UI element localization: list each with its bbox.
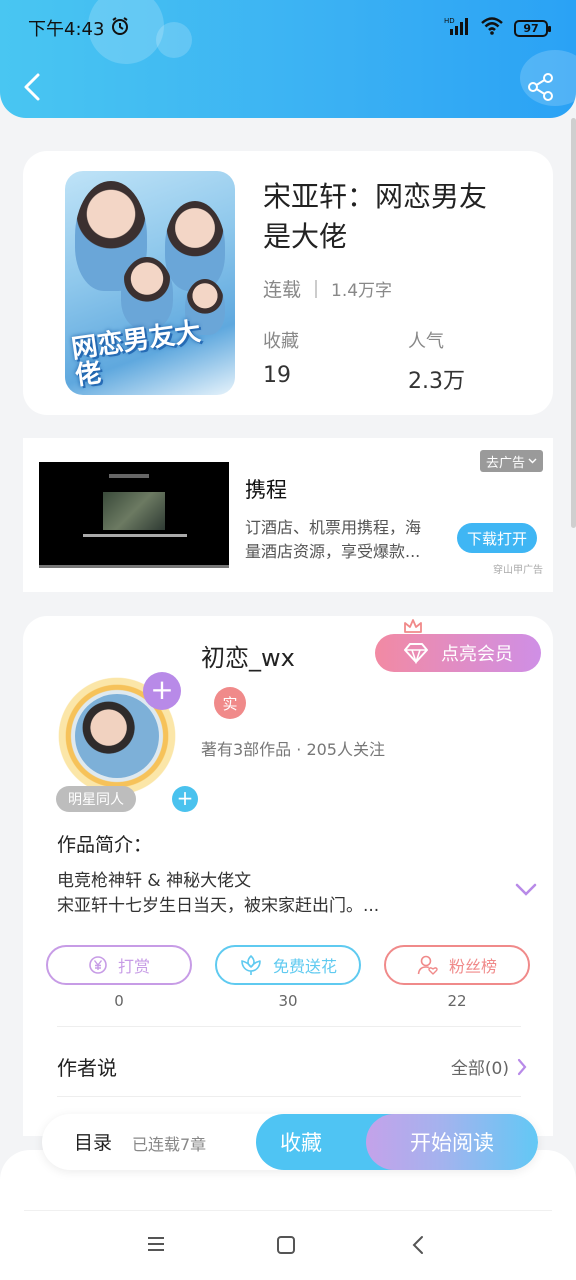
start-reading-button[interactable]: 开始阅读 [366,1114,538,1170]
ad-video-progress [39,565,229,568]
expand-intro-button[interactable] [515,882,537,896]
avatar [75,694,159,778]
author-say-all-link[interactable]: 全部(0) [451,1054,527,1079]
author-card: + 初恋_wx 点亮会员 实 著有3部作品 · 205人关注 明星同人 + 作品… [23,616,553,1136]
ad-video-thumbnail[interactable] [39,462,229,568]
remove-ad-button[interactable]: 去广告 [479,450,543,472]
chevron-right-icon [517,1058,527,1075]
remove-ad-label: 去广告 [485,455,525,471]
fans-label: 粉丝榜 [448,957,497,976]
back-button[interactable] [18,70,48,104]
home-button[interactable] [275,1234,301,1258]
book-meta: 连载 1.4万字 [263,275,392,302]
menu-button[interactable] [145,1234,171,1258]
divider [57,1026,521,1027]
meta-divider [315,279,318,298]
tip-count: 0 [114,992,124,1010]
popularity-stat: 人气 2.3万 [408,327,465,395]
vip-label: 点亮会员 [441,644,513,665]
send-flower-button[interactable]: 免费送花 [215,945,361,985]
category-tag[interactable]: 明星同人 [56,786,136,812]
divider [57,1096,521,1097]
popularity-label: 人气 [408,331,444,352]
favorites-label: 收藏 [263,331,299,352]
book-status: 连载 [263,279,302,301]
chapter-count: 已连载7章 [132,1135,207,1154]
divider [24,1210,552,1211]
alarm-icon [110,16,130,41]
status-bar: 下午4:43 HD 97 [28,14,551,42]
share-button[interactable] [526,72,556,102]
favorites-value: 19 [263,363,291,388]
system-navigation-bar [0,1222,576,1268]
yuan-coin-icon [89,956,107,974]
ad-video-frame [103,492,165,530]
share-icon [528,73,553,101]
ad-title: 携程 [245,478,287,502]
chevron-left-icon [24,73,40,101]
ad-download-button[interactable]: 下载打开 [457,523,537,553]
author-say-title: 作者说 [57,1056,117,1080]
back-triangle-icon [412,1236,423,1254]
cover-figure [121,257,173,329]
intro-line: 电竞枪神轩 & 神秘大佬文 [57,871,252,891]
status-time: 下午4:43 [28,19,105,40]
flower-label: 免费送花 [272,957,337,976]
scrollbar[interactable] [571,118,576,528]
chevron-down-icon [515,883,537,896]
follow-author-button[interactable]: + [143,672,181,710]
header: 下午4:43 HD 97 [0,0,576,118]
wifi-icon [480,16,504,41]
intro-title: 作品简介： [57,834,153,856]
real-name-badge: 实 [214,687,246,719]
book-title: 宋亚轩：网恋男友是大佬 [263,180,488,253]
author-say-all-label: 全部(0) [450,1059,509,1079]
diamond-icon [404,643,428,664]
add-tag-button[interactable]: + [172,786,198,812]
chevron-down-icon [528,458,537,464]
book-cover[interactable]: 网恋男友大佬 [65,171,235,395]
fans-count: 22 [447,992,467,1010]
bottom-action-bar: 目录 已连载7章 收藏 开始阅读 [42,1114,538,1170]
ad-source: 穿山甲广告 [493,565,543,576]
toc-button[interactable]: 目录 [74,1128,112,1155]
fans-rank-button[interactable]: 粉丝榜 [384,945,530,985]
tip-button[interactable]: 打赏 [46,945,192,985]
cover-figure [165,201,225,291]
activate-vip-button[interactable]: 点亮会员 [375,634,541,672]
word-count: 1.4万字 [331,281,393,301]
book-info-card: 网恋男友大佬 宋亚轩：网恋男友是大佬 连载 1.4万字 收藏 19 人气 2.3… [23,151,553,415]
signal-icon: HD [444,16,470,41]
intro-line: 宋亚轩十七岁生日当天，被宋家赶出门。... [57,896,380,916]
flower-icon [241,955,261,975]
ad-banner[interactable]: 去广告 携程 订酒店、机票用携程，海量酒店资源，享受爆款... 下载打开 穿山甲… [23,438,553,592]
battery-indicator: 97 [514,19,551,37]
cover-title: 网恋男友大佬 [69,317,203,393]
flower-count: 30 [278,992,298,1010]
intro-text: 电竞枪神轩 & 神秘大佬文 宋亚轩十七岁生日当天，被宋家赶出门。... [57,869,457,919]
ad-description: 订酒店、机票用携程，海量酒店资源，享受爆款... [245,518,422,561]
crown-icon [404,619,422,633]
network-label: HD [444,17,455,25]
tip-label: 打赏 [117,957,150,976]
menu-icon [148,1237,164,1251]
popularity-value: 2.3万 [408,369,465,394]
home-square-icon [277,1236,295,1254]
author-avatar[interactable]: + [39,650,189,798]
author-name: 初恋_wx [201,644,295,672]
ad-video-caption [83,534,187,537]
user-heart-icon [417,955,438,975]
ad-video-logo [109,474,149,478]
author-stats: 著有3部作品 · 205人关注 [201,740,385,759]
system-back-button[interactable] [407,1234,433,1258]
favorites-stat: 收藏 19 [263,327,299,388]
